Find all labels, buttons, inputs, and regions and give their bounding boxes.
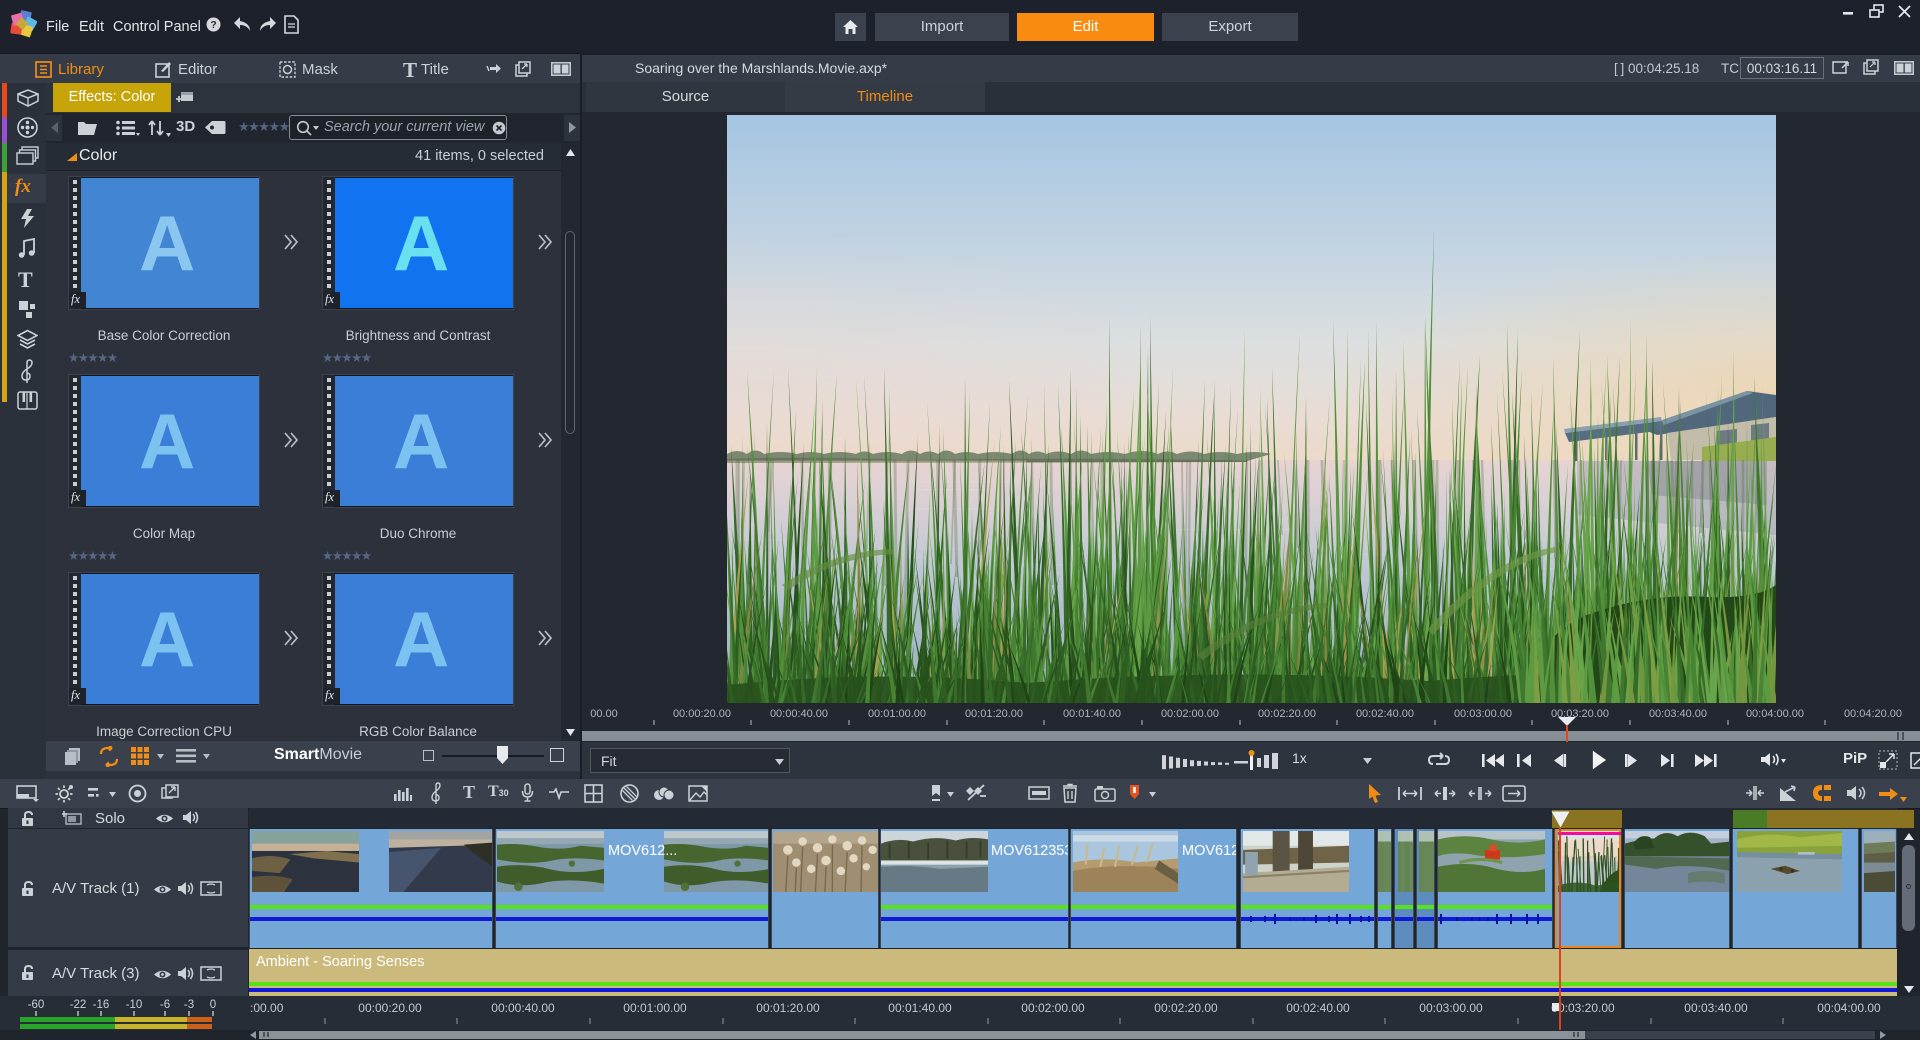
svg-text:?: ? bbox=[210, 20, 216, 31]
